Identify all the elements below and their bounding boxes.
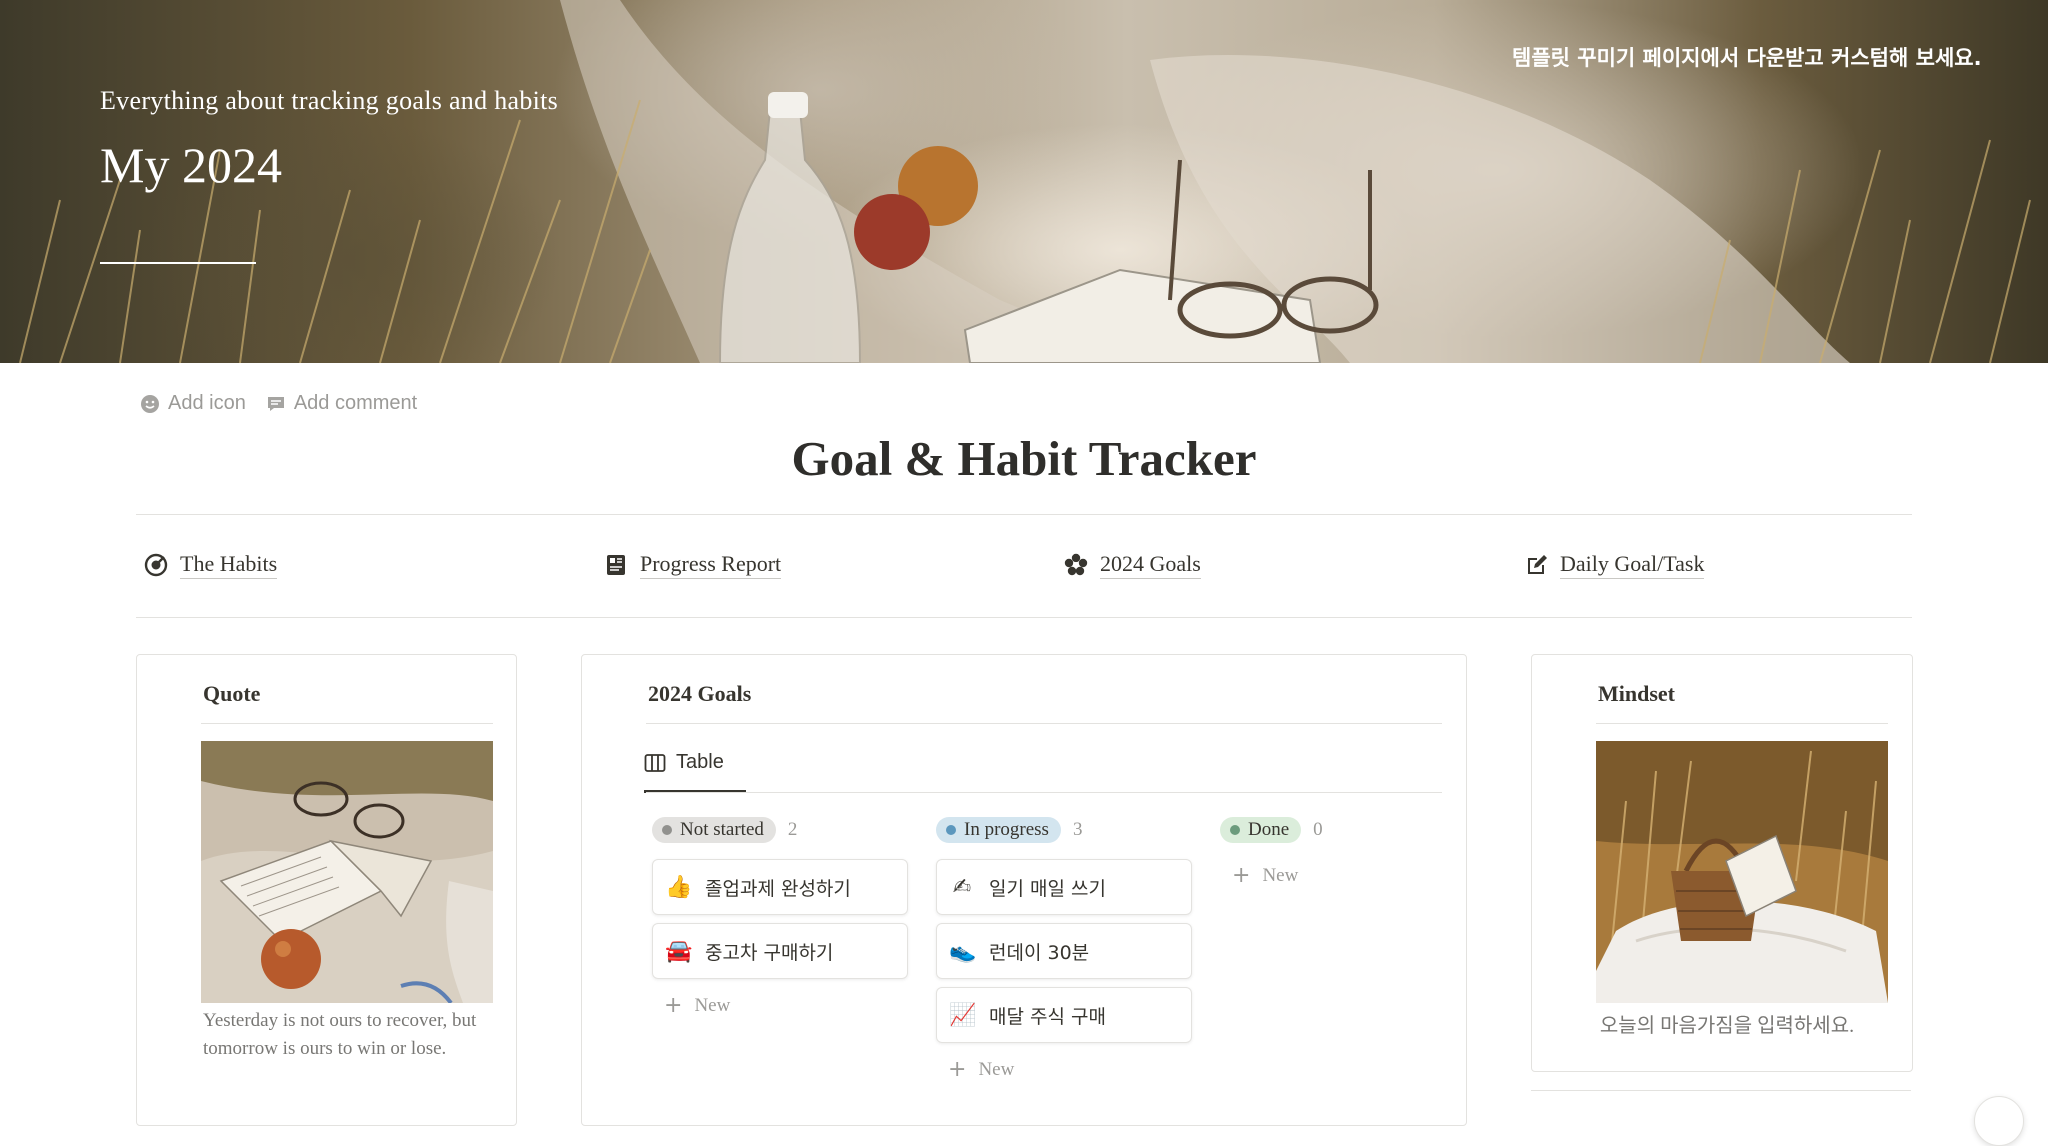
board-card[interactable]: ✍ 일기 매일 쓰기 [936,859,1192,915]
link-label: Progress Report [640,551,782,579]
new-label: New [694,994,731,1016]
title-divider [136,514,1912,515]
board-card[interactable]: 👟 런데이 30분 [936,923,1192,979]
smiley-icon [141,394,159,413]
link-label: The Habits [180,551,278,579]
board-column-done: Done 0 + New [1220,815,1480,888]
status-dot [1230,825,1240,835]
link-2024-goals[interactable]: 2024 Goals [1064,551,1201,579]
table-icon [644,753,666,772]
status-dot [946,825,956,835]
plus-icon: + [664,993,683,1018]
mindset-photo[interactable] [1596,741,1888,1003]
goals-card: 2024 Goals Table Not started 2 👍 졸업과제 완성… [581,654,1467,1126]
column-header[interactable]: Not started 2 [652,815,912,845]
column-count: 0 [1313,819,1323,840]
add-comment-button[interactable]: Add comment [266,392,417,415]
status-dot [662,825,672,835]
cover-subtitle: Everything about tracking goals and habi… [100,86,559,115]
column-count: 2 [787,819,798,840]
card-emoji: 📈 [949,1002,977,1028]
tab-label: Table [676,751,724,773]
mindset-card: Mindset 오늘의 마음가짐을 입력하세요. [1531,654,1913,1072]
plus-icon: + [1232,863,1251,888]
status-badge: Done [1220,817,1302,843]
help-button[interactable] [1974,1096,2024,1146]
mindset-bottom-divider [1531,1090,1911,1091]
card-emoji: 👍 [665,874,693,900]
link-the-habits[interactable]: The Habits [144,551,278,579]
quote-title: Quote [203,681,261,706]
tab-table[interactable]: Table [644,751,724,774]
links-divider [136,617,1912,618]
quote-photo[interactable] [201,741,493,1003]
column-header[interactable]: Done 0 [1220,815,1480,845]
comment-icon [267,396,284,411]
cover-note: 템플릿 꾸미기 페이지에서 다운받고 커스텀해 보세요. [1512,46,1982,70]
link-label: 2024 Goals [1100,551,1201,579]
new-label: New [1262,864,1299,886]
mindset-text: 오늘의 마음가짐을 입력하세요. [1599,1015,1855,1037]
tabs-divider [646,792,1442,793]
board-card[interactable]: 👍 졸업과제 완성하기 [652,859,908,915]
board-card[interactable]: 📈 매달 주식 구매 [936,987,1192,1043]
quote-card: Quote Yesterday is not ours to recover, … [136,654,517,1126]
new-card-button[interactable]: + New [652,993,912,1018]
goals-title: 2024 Goals [648,681,752,706]
page-title: Goal & Habit Tracker [791,431,1257,486]
status-badge: In progress [936,817,1061,843]
mindset-divider [1596,723,1888,724]
card-emoji: 🚘 [665,938,693,964]
report-icon [607,555,625,575]
status-badge: Not started [652,817,776,843]
edit-icon [1528,555,1547,574]
mindset-title: Mindset [1598,681,1675,706]
goals-title-divider [646,723,1442,724]
card-label: 매달 주식 구매 [989,1005,1106,1028]
card-label: 런데이 30분 [989,941,1090,964]
plus-icon: + [948,1057,967,1082]
board-column-in-progress: In progress 3 ✍ 일기 매일 쓰기 👟 런데이 30분 📈 매달 … [936,815,1196,1082]
link-daily-goal-task[interactable]: Daily Goal/Task [1524,551,1705,579]
card-label: 졸업과제 완성하기 [705,877,851,900]
column-header[interactable]: In progress 3 [936,815,1196,845]
new-card-button[interactable]: + New [1220,863,1480,888]
status-label: In progress [964,819,1049,840]
card-emoji: ✍ [952,874,972,900]
column-count: 3 [1072,819,1083,840]
cover-divider [100,262,256,264]
quote-text: Yesterday is not ours to recover, but to… [203,1010,477,1059]
quote-divider [201,723,493,724]
card-label: 일기 매일 쓰기 [989,877,1106,900]
add-icon-button[interactable]: Add icon [140,392,246,415]
page-controls: Add icon Add comment [140,392,417,415]
card-emoji: 👟 [949,938,977,964]
new-label: New [978,1058,1015,1080]
status-label: Not started [680,819,764,840]
cover-title: My 2024 [100,137,282,193]
status-label: Done [1248,819,1290,840]
add-icon-label: Add icon [168,392,246,414]
add-comment-label: Add comment [293,392,418,414]
link-label: Daily Goal/Task [1560,551,1705,579]
cover-image[interactable]: Everything about tracking goals and habi… [0,0,2048,363]
card-label: 중고차 구매하기 [705,941,834,964]
board-column-not-started: Not started 2 👍 졸업과제 완성하기 🚘 중고차 구매하기 + N… [652,815,912,1018]
flower-icon [1064,553,1088,576]
new-card-button[interactable]: + New [936,1057,1196,1082]
target-icon [144,553,168,577]
page-links: The Habits Progress Report 2024 Goals Da… [140,551,1910,587]
board-card[interactable]: 🚘 중고차 구매하기 [652,923,908,979]
link-progress-report[interactable]: Progress Report [604,551,782,579]
